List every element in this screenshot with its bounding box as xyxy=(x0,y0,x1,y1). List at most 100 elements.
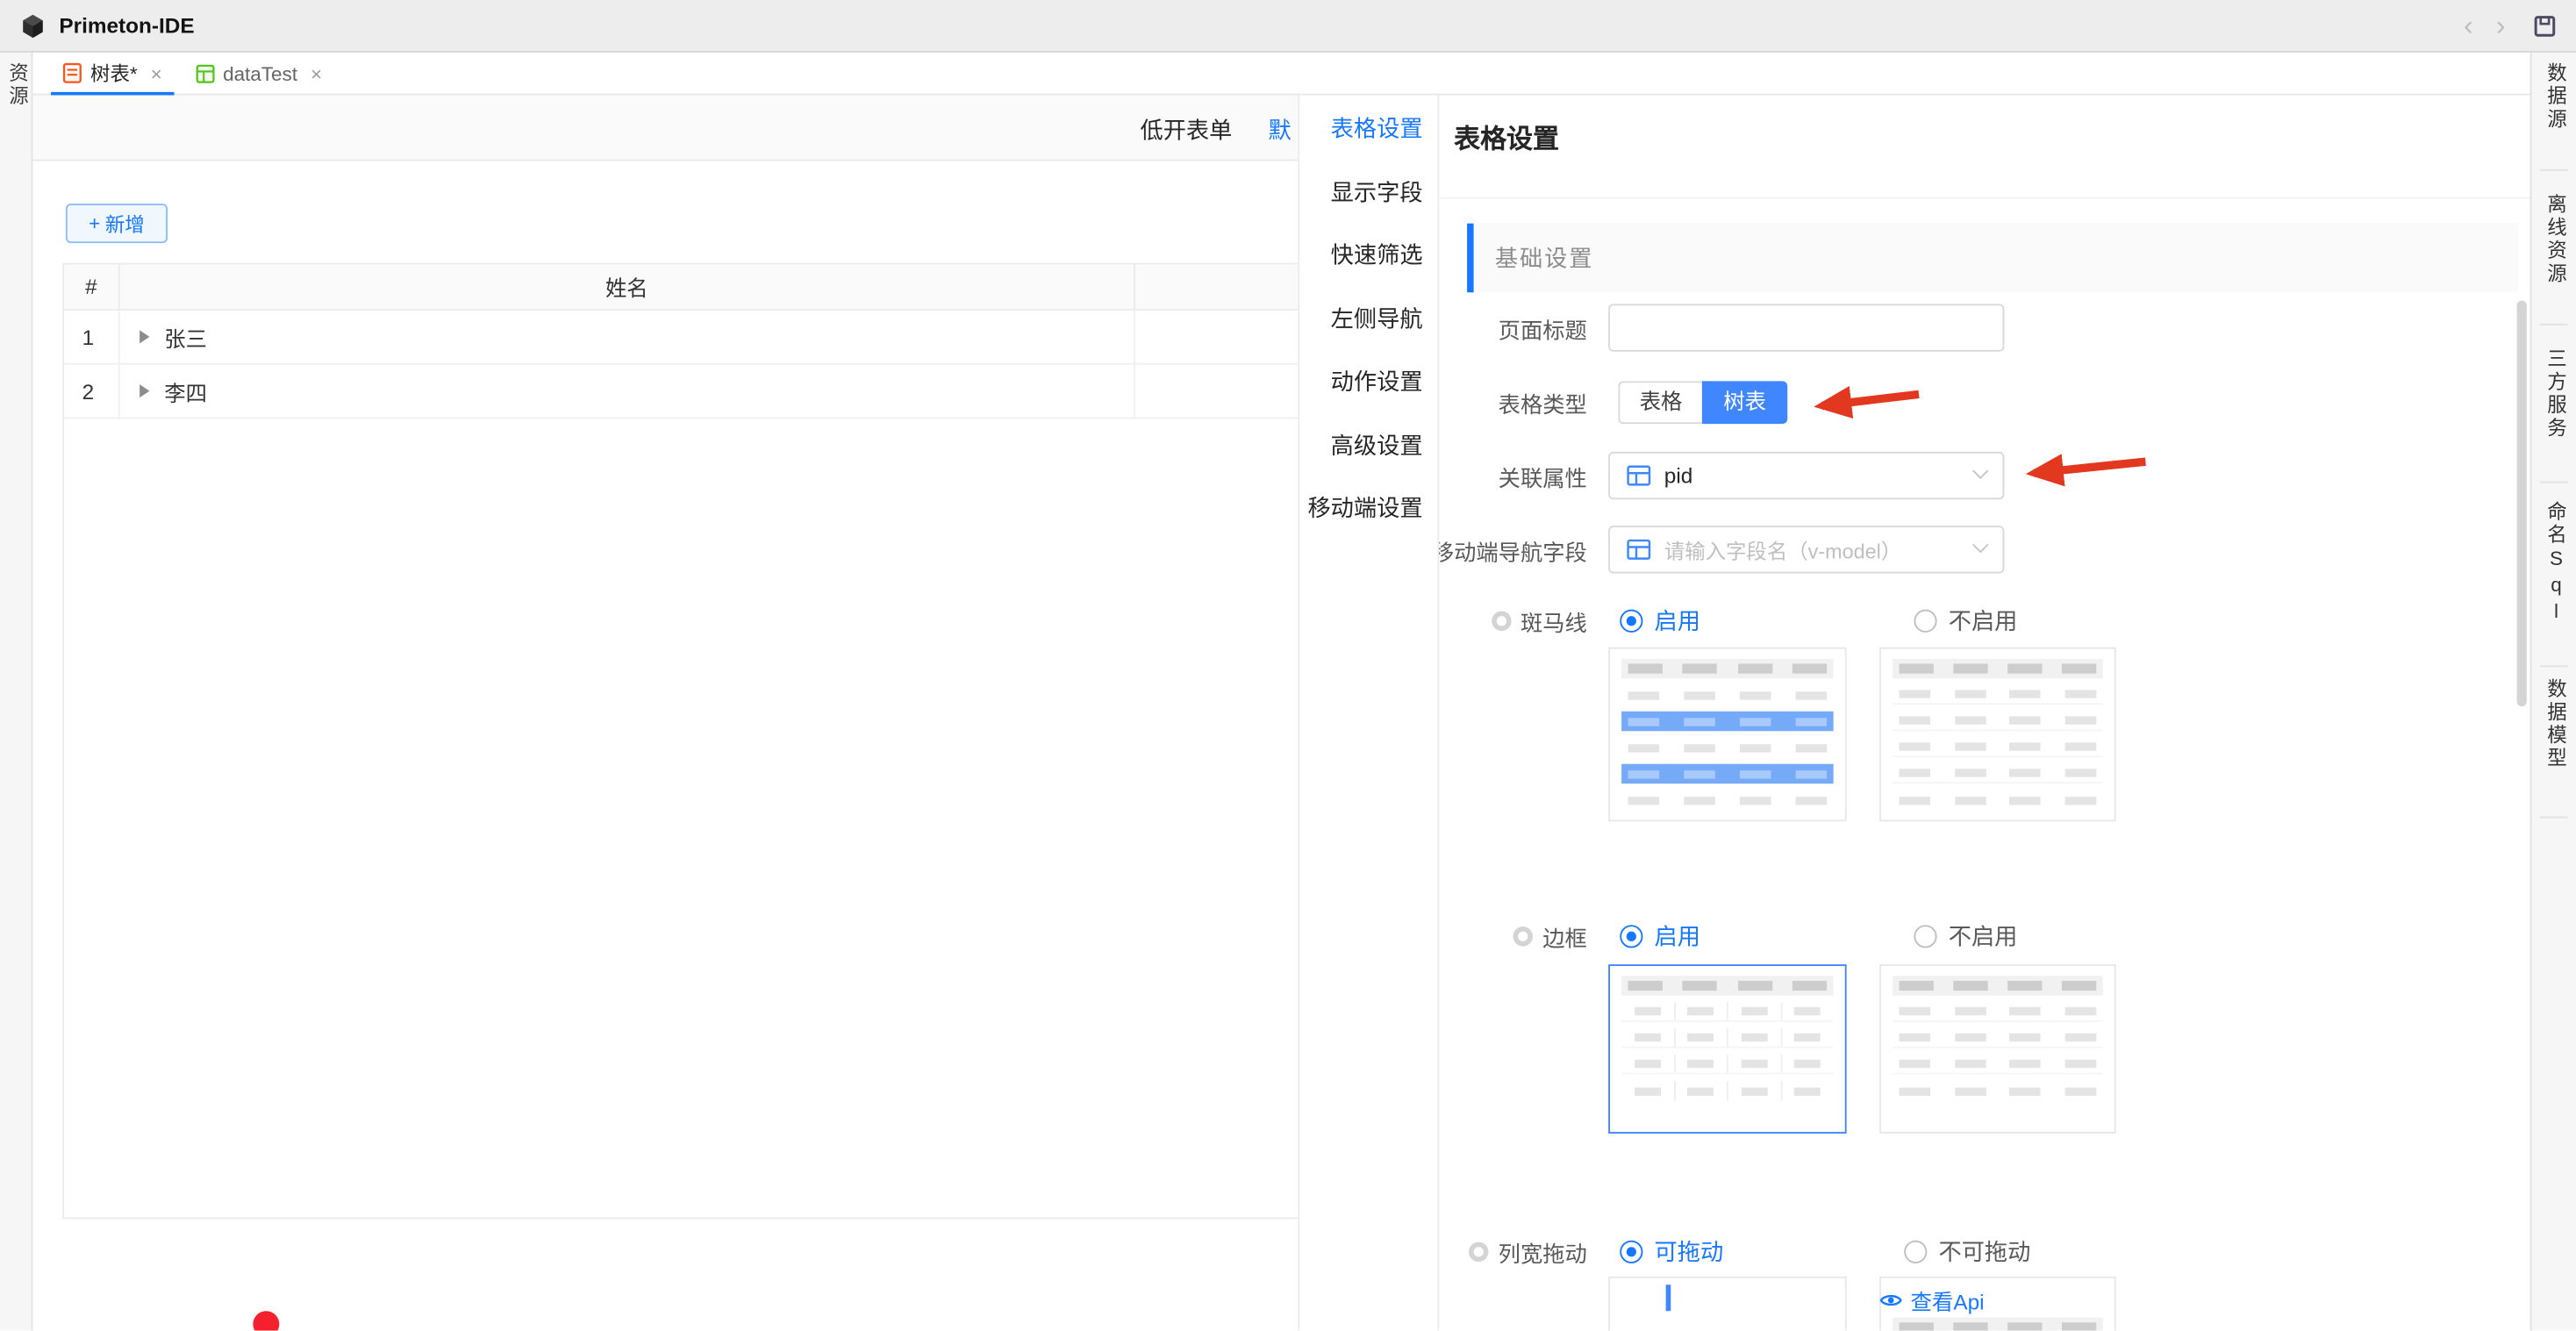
radio-enabled-label[interactable]: 启用 xyxy=(1655,605,1700,637)
page-title-label: 页面标题 xyxy=(1439,304,1587,351)
tab-data-test[interactable]: dataTest × xyxy=(179,53,339,94)
nav-item-mobile-settings[interactable]: 移动端设置 xyxy=(1299,476,1437,540)
section-accent-bar xyxy=(1467,224,1473,293)
table-type-label: 表格类型 xyxy=(1439,381,1587,424)
nav-item-action-settings[interactable]: 动作设置 xyxy=(1299,350,1437,413)
rail-divider xyxy=(2540,817,2568,819)
border-label: 边框 xyxy=(1439,923,1587,949)
scrollbar-thumb[interactable] xyxy=(2517,301,2527,706)
subtab-low-code-form[interactable]: 低开表单 xyxy=(1140,113,1232,146)
page-title-input[interactable] xyxy=(1608,304,2004,351)
editor-tabbar: 树表* × dataTest × xyxy=(32,53,2529,96)
sidebar-item-offline-resource[interactable]: 离线资源 xyxy=(2544,194,2572,286)
drag-enabled-preview xyxy=(1608,1277,1847,1331)
add-row-button-label: 新增 xyxy=(105,210,145,238)
label-text: 关联属性 xyxy=(1499,459,1587,491)
radio-not-draggable-label[interactable]: 不可拖动 xyxy=(1938,1235,2030,1268)
zebra-disabled-preview xyxy=(1879,648,2116,821)
view-api-link[interactable]: 查看Api xyxy=(1879,1284,1984,1316)
subtab-default-view[interactable]: 默 xyxy=(1269,113,1292,146)
border-disabled-preview xyxy=(1879,964,2116,1134)
chevron-down-icon xyxy=(1972,463,1989,480)
zebra-label: 斑马线 xyxy=(1439,608,1587,634)
radio-disabled-label[interactable]: 不启用 xyxy=(1949,605,2018,637)
cell-index: 1 xyxy=(64,311,120,363)
radio-disabled[interactable] xyxy=(1914,925,1936,948)
rail-divider xyxy=(2540,324,2568,326)
nav-item-advanced-settings[interactable]: 高级设置 xyxy=(1299,413,1437,476)
type-option-table[interactable]: 表格 xyxy=(1618,381,1702,424)
help-icon[interactable] xyxy=(1513,927,1533,946)
border-radio-group: 启用 不启用 xyxy=(1620,923,2017,949)
nav-forward-icon[interactable]: › xyxy=(2496,11,2506,39)
drag-handle-indicator xyxy=(1666,1284,1671,1311)
expand-caret-icon[interactable] xyxy=(140,330,149,343)
nav-item-left-navigation[interactable]: 左侧导航 xyxy=(1299,287,1437,350)
mobile-nav-field-select[interactable]: 请输入字段名（v-model） xyxy=(1608,526,2004,573)
close-icon[interactable]: × xyxy=(311,63,322,82)
rail-divider xyxy=(2540,169,2568,171)
radio-enabled-label[interactable]: 启用 xyxy=(1655,920,1700,953)
column-drag-radio-group: 可拖动 不可拖动 xyxy=(1620,1239,2030,1265)
sidebar-item-resources[interactable]: 资源 xyxy=(5,62,33,108)
eye-icon xyxy=(1879,1292,1902,1310)
expand-caret-icon[interactable] xyxy=(140,384,149,397)
label-text: 页面标题 xyxy=(1499,311,1587,344)
notification-badge[interactable] xyxy=(253,1311,279,1330)
relation-attr-select[interactable]: pid xyxy=(1608,452,2004,499)
relation-attr-label: 关联属性 xyxy=(1439,452,1587,499)
nav-back-icon[interactable]: ‹ xyxy=(2464,11,2473,39)
radio-enabled-selected[interactable] xyxy=(1620,925,1642,948)
settings-nav: 表格设置 显示字段 快速筛选 左侧导航 动作设置 高级设置 移动端设置 xyxy=(1298,96,1437,1331)
left-rail: 资源 xyxy=(0,53,32,1331)
help-icon[interactable] xyxy=(1469,1242,1488,1262)
app-logo-icon xyxy=(19,12,46,39)
plus-icon: + xyxy=(89,212,100,235)
sidebar-item-third-party[interactable]: 三方服务 xyxy=(2544,348,2572,440)
help-icon[interactable] xyxy=(1491,612,1510,631)
radio-draggable-selected[interactable] xyxy=(1620,1241,1642,1263)
right-rail: 数据源 离线资源 三方服务 命名Sql 数据模型 xyxy=(2530,53,2576,1331)
radio-not-draggable[interactable] xyxy=(1904,1241,1927,1263)
nav-item-display-fields[interactable]: 显示字段 xyxy=(1299,161,1437,224)
header-cell-index: # xyxy=(64,264,120,309)
radio-disabled[interactable] xyxy=(1914,610,1936,633)
column-drag-label: 列宽拖动 xyxy=(1439,1239,1587,1265)
radio-disabled-label[interactable]: 不启用 xyxy=(1949,920,2018,953)
radio-draggable-label[interactable]: 可拖动 xyxy=(1655,1235,1724,1268)
zebra-enabled-preview xyxy=(1608,648,1847,821)
radio-enabled-selected[interactable] xyxy=(1620,610,1642,633)
add-row-button[interactable]: + 新增 xyxy=(66,204,168,243)
field-table-icon xyxy=(1627,537,1651,562)
designer-subheader: 低开表单 默 xyxy=(32,96,1298,161)
view-api-label: 查看Api xyxy=(1911,1284,1985,1316)
sidebar-item-data-model[interactable]: 数据模型 xyxy=(2544,678,2572,770)
nav-item-table-settings[interactable]: 表格设置 xyxy=(1299,97,1437,160)
save-icon[interactable] xyxy=(2533,14,2556,37)
table-type-segmented: 表格 树表 xyxy=(1618,381,1787,424)
label-text: 边框 xyxy=(1542,920,1587,953)
sidebar-item-datasource[interactable]: 数据源 xyxy=(2544,62,2572,132)
sidebar-item-named-sql[interactable]: 命名Sql xyxy=(2544,501,2572,626)
label-text: 斑马线 xyxy=(1521,605,1587,637)
field-table-icon xyxy=(1627,463,1651,488)
tab-tree-table[interactable]: 树表* × xyxy=(46,53,178,94)
type-option-tree-selected[interactable]: 树表 xyxy=(1702,381,1787,424)
form-file-icon xyxy=(62,62,82,83)
nav-item-quick-filter[interactable]: 快速筛选 xyxy=(1299,224,1437,287)
cell-name-text: 李四 xyxy=(164,376,207,407)
cell-name-text: 张三 xyxy=(164,321,207,353)
mobile-nav-field-label: 移动端导航字段 xyxy=(1439,526,1587,573)
table-header-row: # 姓名 xyxy=(64,264,1298,310)
tab-label: dataTest xyxy=(223,61,297,84)
chevron-down-icon xyxy=(1972,537,1989,554)
table-row[interactable]: 1 张三 xyxy=(64,311,1298,365)
header-cell-name: 姓名 xyxy=(120,264,1135,309)
mobile-nav-field-placeholder: 请输入字段名（v-model） xyxy=(1664,534,1902,566)
header-cell-empty xyxy=(1135,264,1298,309)
close-icon[interactable]: × xyxy=(151,63,162,82)
app-title: Primeton-IDE xyxy=(59,13,194,38)
section-title: 基础设置 xyxy=(1495,241,1593,274)
app-window: Primeton-IDE ‹ › 资源 数据源 离线资源 三方服务 命名Sql … xyxy=(0,0,2576,1331)
table-row[interactable]: 2 李四 xyxy=(64,365,1298,419)
